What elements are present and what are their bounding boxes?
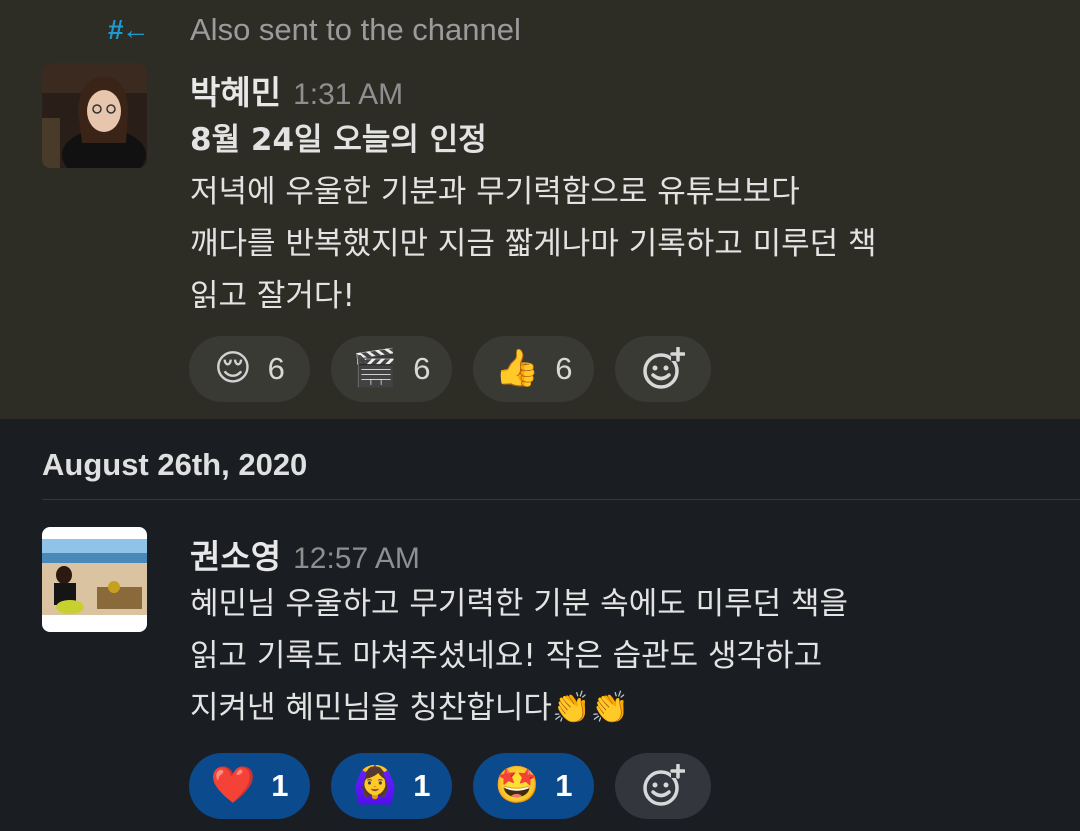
reaction-pill[interactable]: 🙆‍♀️ 1	[331, 753, 452, 819]
date-divider: August 26th, 2020	[42, 447, 1080, 483]
reaction-count: 1	[413, 768, 431, 803]
hash-arrow-icon: #←	[108, 14, 150, 45]
also-sent-to-channel[interactable]: #← Also sent to the channel	[108, 10, 521, 50]
reaction-pill[interactable]: 🎬 6	[331, 336, 452, 402]
message-line: 혜민님 우울하고 무기력한 기분 속에도 미루던 책을	[190, 586, 849, 622]
reaction-pill[interactable]: 🤩 1	[473, 753, 594, 819]
reaction-pill[interactable]: 😌 6	[189, 336, 310, 402]
thumbs-up-icon: 👍	[494, 348, 540, 389]
reaction-count: 1	[555, 768, 573, 803]
author-name[interactable]: 박혜민	[190, 66, 281, 114]
reactions-bar: ❤️ 1 🙆‍♀️ 1 🤩 1	[189, 753, 711, 819]
reaction-count: 6	[413, 351, 431, 386]
message-line: 지켜낸 혜민님을 칭찬합니다👏👏	[190, 690, 630, 726]
add-reaction-button[interactable]	[615, 336, 711, 402]
red-heart-icon: ❤️	[210, 765, 256, 806]
relieved-face-icon: 😌	[214, 348, 252, 389]
reactions-bar: 😌 6 🎬 6 👍 6	[189, 336, 711, 402]
reaction-count: 1	[271, 768, 289, 803]
timestamp[interactable]: 1:31 AM	[293, 78, 403, 112]
person-gesturing-ok-icon: 🙆‍♀️	[352, 765, 398, 806]
date-label[interactable]: August 26th, 2020	[42, 447, 307, 482]
author-name[interactable]: 권소영	[190, 530, 281, 578]
add-reaction-icon	[643, 347, 685, 389]
avatar[interactable]	[42, 527, 147, 632]
timestamp[interactable]: 12:57 AM	[293, 542, 420, 576]
message-header: 박혜민 1:31 AM	[190, 66, 403, 114]
divider-line	[42, 499, 1080, 500]
reaction-count: 6	[555, 351, 573, 386]
message-line: 저녁에 우울한 기분과 무기력함으로 유튜브보다	[190, 174, 800, 210]
clapper-board-icon: 🎬	[352, 348, 398, 389]
message-body: 8월 24일 오늘의 인정 저녁에 우울한 기분과 무기력함으로 유튜브보다 깨…	[190, 114, 1050, 322]
reaction-count: 6	[267, 351, 285, 386]
add-reaction-button[interactable]	[615, 753, 711, 819]
message-line: 8월 24일 오늘의 인정	[190, 122, 487, 158]
avatar[interactable]	[42, 63, 147, 168]
message-header: 권소영 12:57 AM	[190, 530, 420, 578]
reaction-pill[interactable]: ❤️ 1	[189, 753, 310, 819]
add-reaction-icon	[643, 764, 685, 806]
message-body: 혜민님 우울하고 무기력한 기분 속에도 미루던 책을 읽고 기록도 마쳐주셨네…	[190, 578, 1050, 734]
star-struck-icon: 🤩	[494, 765, 540, 806]
message-line: 읽고 잘거다!	[190, 278, 355, 314]
reaction-pill[interactable]: 👍 6	[473, 336, 594, 402]
message-line: 읽고 기록도 마쳐주셨네요! 작은 습관도 생각하고	[190, 638, 823, 674]
message-line: 깨다를 반복했지만 지금 짧게나마 기록하고 미루던 책	[190, 226, 877, 262]
